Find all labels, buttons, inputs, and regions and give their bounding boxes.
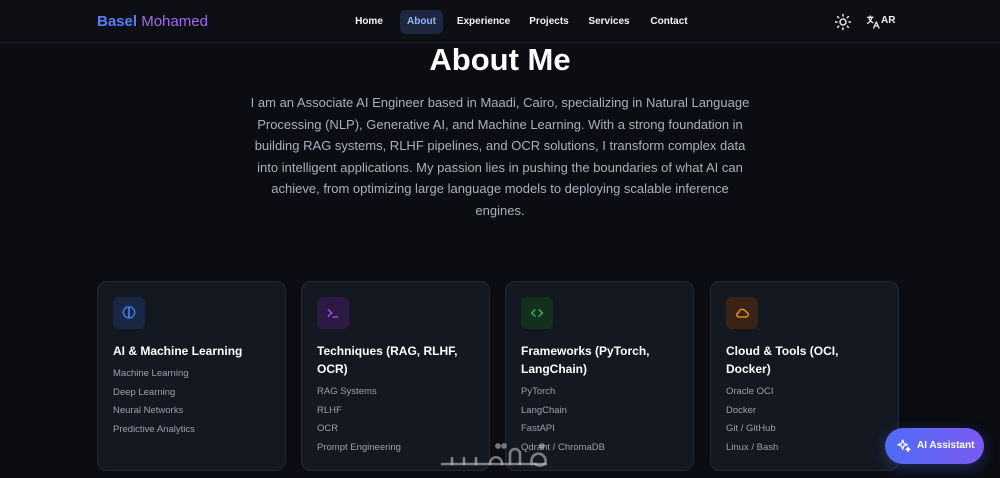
nav-link-about[interactable]: About: [400, 10, 443, 34]
card-item: Deep Learning: [113, 386, 176, 398]
card-item: Git / GitHub: [726, 423, 776, 434]
card-icon-container: [113, 297, 145, 329]
language-label: AR: [881, 15, 896, 26]
card-item: FastAPI: [521, 423, 555, 434]
card-item: OCR: [317, 423, 339, 434]
nav-link-experience[interactable]: Experience: [454, 10, 513, 34]
card-item: Prompt Engineering: [317, 441, 401, 453]
card-icon-container: [317, 297, 349, 329]
card-item-list: RAG Systems RLHF OCR Prompt Engineering: [317, 383, 401, 457]
card-item: PyTorch: [521, 386, 556, 397]
ai-assistant-label: AI Assistant: [917, 440, 975, 451]
card-title: Frameworks (PyTorch, LangChain): [521, 344, 650, 376]
cloud-icon: [736, 308, 749, 318]
card-item: Oracle OCI: [726, 386, 774, 397]
ai-assistant-button[interactable]: AI Assistant: [885, 428, 984, 464]
brain-icon: [122, 306, 136, 319]
code-icon: [531, 309, 543, 317]
theme-toggle-button[interactable]: [834, 13, 852, 31]
brand-first-name: Basel: [97, 13, 138, 30]
watermark-logo: [440, 443, 548, 467]
nav-link-services[interactable]: Services: [585, 10, 633, 34]
skill-card-cloud-tools: Cloud & Tools (OCI, Docker) Oracle OCI D…: [710, 281, 899, 471]
sun-icon: [834, 13, 852, 31]
card-icon-container: [521, 297, 553, 329]
card-item: Neural Networks: [113, 405, 184, 416]
card-title: Techniques (RAG, RLHF, OCR): [317, 344, 458, 376]
card-item: RAG Systems: [317, 386, 377, 397]
card-item: RLHF: [317, 404, 342, 416]
navbar: Basel Mohamed Home About Experience Proj…: [0, 0, 1000, 43]
translate-icon: [867, 15, 880, 29]
brand-last-name: Mohamed: [141, 13, 208, 30]
card-item-list: Machine Learning Deep Learning Neural Ne…: [113, 365, 195, 439]
sparkles-icon: [897, 439, 911, 452]
card-icon-container: [726, 297, 758, 329]
card-title: AI & Machine Learning: [113, 344, 243, 358]
skill-card-ai-ml: AI & Machine Learning Machine Learning D…: [97, 281, 286, 471]
card-item: LangChain: [521, 404, 567, 416]
card-item: Machine Learning: [113, 368, 189, 379]
card-title: Cloud & Tools (OCI, Docker): [726, 344, 839, 376]
card-item: Linux / Bash: [726, 441, 779, 453]
about-description: I am an Associate AI Engineer based in M…: [250, 95, 750, 218]
brand-logo[interactable]: Basel Mohamed: [97, 12, 208, 31]
card-item: Docker: [726, 404, 757, 416]
nav-link-projects[interactable]: Projects: [525, 10, 573, 34]
terminal-icon: [327, 309, 339, 318]
nav-link-home[interactable]: Home: [347, 10, 391, 34]
card-item: Predictive Analytics: [113, 423, 195, 435]
card-item-list: Oracle OCI Docker Git / GitHub Linux / B…: [726, 383, 778, 457]
nav-link-contact[interactable]: Contact: [645, 10, 693, 34]
about-title: About Me: [429, 42, 571, 77]
